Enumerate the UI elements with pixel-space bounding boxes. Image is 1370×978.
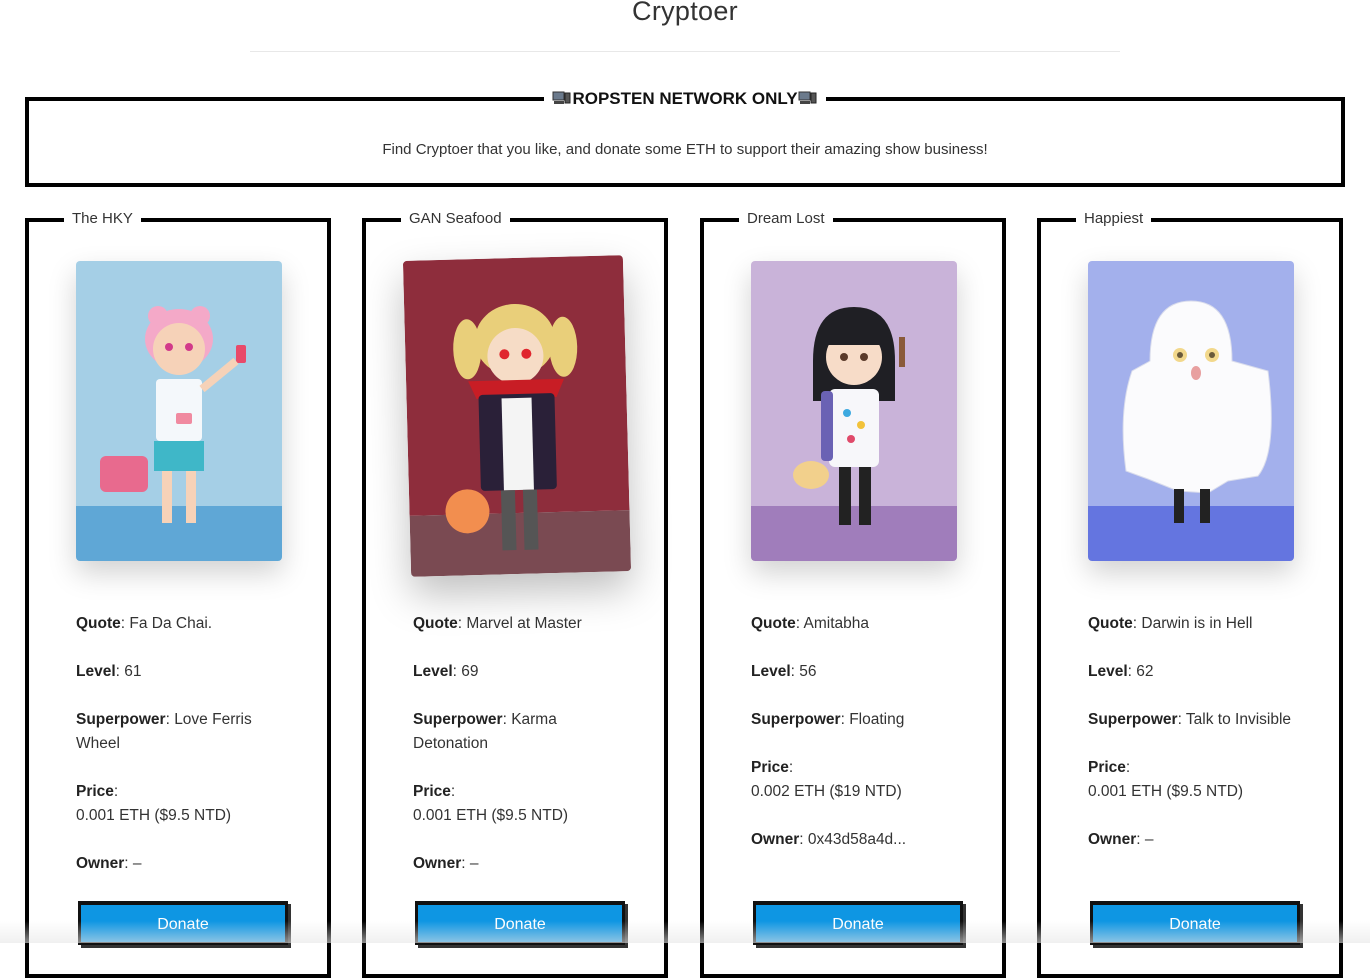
price-row: Price: 0.001 ETH ($9.5 NTD) [413,783,569,824]
quote-row: Quote: Amitabha [751,615,870,632]
card-info: Quote: Fa Da Chai. Level: 61 Superpower:… [76,612,291,900]
level-row: Level: 61 [76,663,142,680]
computer-icon [552,91,571,104]
superpower-row: Superpower: Love Ferris Wheel [76,711,252,752]
superpower-value: : Talk to Invisible [1177,711,1292,728]
card-name: Dream Lost [739,209,833,229]
level-row: Level: 56 [751,663,817,680]
quote-value: : Marvel at Master [457,615,582,632]
card-name: GAN Seafood [401,209,510,229]
card-info: Quote: Darwin is in Hell Level: 62 Super… [1088,612,1303,876]
card-name: The HKY [64,209,141,229]
card-info: Quote: Marvel at Master Level: 69 Superp… [413,612,628,900]
character-dream-lost-image [751,261,957,561]
owner-value: : – [1136,831,1154,848]
cryptoer-card: Happiest Quote: Darwin is in Hell Level:… [1037,209,1343,978]
quote-value: : Darwin is in Hell [1132,615,1253,632]
character-hky-image [76,261,282,561]
card-name: Happiest [1076,209,1152,229]
card-info: Quote: Amitabha Level: 56 Superpower: Fl… [751,612,966,876]
notice-legend-text: ROPSTEN NETWORK ONLY [572,89,798,108]
computer-icon [798,91,817,104]
owner-value: : – [124,855,142,872]
donate-button[interactable]: Donate [753,901,963,945]
superpower-row: Superpower: Floating [751,711,905,728]
level-value: : 56 [790,663,817,680]
price-value: 0.002 ETH ($19 NTD) [751,783,902,800]
owner-row: Owner: 0x43d58a4d... [751,831,907,848]
character-portrait[interactable] [402,255,632,577]
level-value: : 62 [1127,663,1154,680]
owner-row: Owner: – [1088,831,1154,848]
character-portrait[interactable] [76,261,282,561]
donate-button[interactable]: Donate [415,901,625,945]
cryptoer-card: The HKY Quote: Fa Da Chai. Level: 61 Sup… [25,209,331,978]
quote-value: : Fa Da Chai. [120,615,213,632]
price-value: 0.001 ETH ($9.5 NTD) [1088,783,1244,800]
donate-button[interactable]: Donate [78,901,288,945]
level-row: Level: 62 [1088,663,1154,680]
quote-row: Quote: Marvel at Master [413,615,582,632]
character-portrait[interactable] [1088,261,1294,561]
quote-value: : Amitabha [795,615,870,632]
price-row: Price: 0.001 ETH ($9.5 NTD) [1088,759,1244,800]
owner-row: Owner: – [76,855,142,872]
character-gan-seafood-image [402,255,632,577]
price-value: 0.001 ETH ($9.5 NTD) [413,807,569,824]
quote-row: Quote: Darwin is in Hell [1088,615,1253,632]
quote-row: Quote: Fa Da Chai. [76,615,213,632]
site-title: Cryptoer [632,0,738,26]
price-row: Price: 0.001 ETH ($9.5 NTD) [76,783,232,824]
superpower-value: : Floating [840,711,905,728]
superpower-row: Superpower: Karma Detonation [413,711,557,752]
character-happiest-image [1088,261,1294,561]
level-value: : 61 [115,663,142,680]
cryptoer-card: GAN Seafood Quote: Marvel at Master Leve… [362,209,668,978]
level-value: : 69 [452,663,479,680]
network-notice: ROPSTEN NETWORK ONLY Find Cryptoer that … [25,89,1345,187]
title-divider [250,51,1120,52]
cryptoer-card: Dream Lost Quote: Amitabha Level: 56 Sup… [700,209,1006,978]
donate-button[interactable]: Donate [1090,901,1300,945]
owner-row: Owner: – [413,855,479,872]
level-row: Level: 69 [413,663,479,680]
price-value: 0.001 ETH ($9.5 NTD) [76,807,232,824]
character-portrait[interactable] [751,261,957,561]
notice-legend: ROPSTEN NETWORK ONLY [29,88,1341,110]
owner-value: : 0x43d58a4d... [799,831,907,848]
superpower-row: Superpower: Talk to Invisible [1088,711,1292,728]
price-row: Price: 0.002 ETH ($19 NTD) [751,759,902,800]
owner-value: : – [461,855,479,872]
notice-text: Find Cryptoer that you like, and donate … [382,141,988,158]
